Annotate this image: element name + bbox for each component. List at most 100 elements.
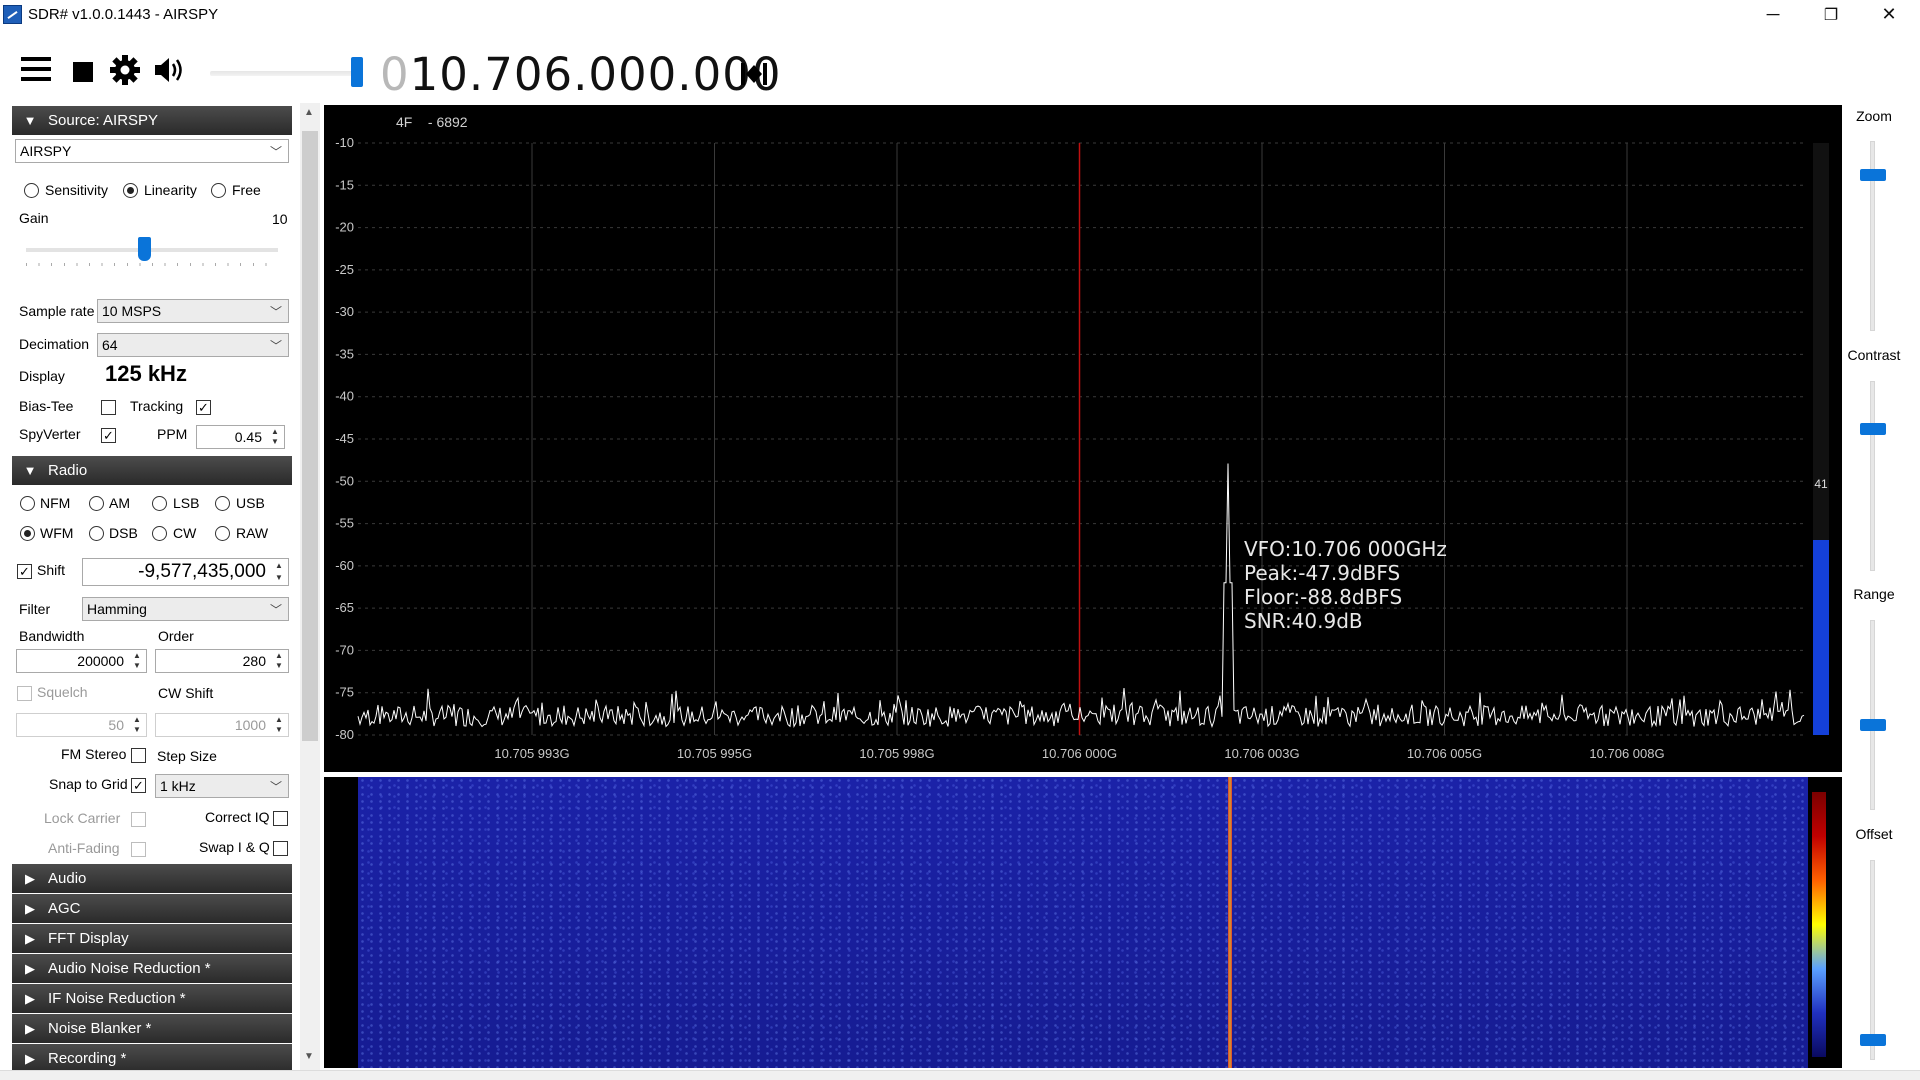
radio-sensitivity[interactable] [24, 183, 39, 198]
volume-slider-thumb[interactable] [351, 57, 363, 87]
sample-rate-value: 10 MSPS [102, 303, 162, 319]
toolbar: 010.706.000.000 [0, 29, 1920, 103]
squelch-checkbox[interactable] [17, 686, 32, 701]
range-slider-thumb[interactable] [1860, 718, 1886, 731]
ppm-spinbox[interactable]: 0.45 ▲ ▼ [196, 425, 285, 449]
minimize-button[interactable]: ─ [1744, 0, 1802, 29]
zoom-slider-thumb[interactable] [1860, 168, 1886, 181]
y-tick-label: -50 [335, 473, 354, 488]
maximize-button[interactable]: ❐ [1802, 0, 1860, 29]
frequency-display[interactable]: 010.706.000.000 [380, 48, 782, 101]
scroll-up-icon[interactable]: ▲ [304, 107, 314, 118]
vfo-readout: VFO:10.706 000GHz [1244, 537, 1447, 561]
gain-slider-track[interactable] [26, 248, 278, 252]
gain-slider-thumb[interactable] [138, 237, 152, 261]
bandwidth-spinbox[interactable]: 200000 ▲ ▼ [16, 649, 147, 673]
noise-blanker-section-header[interactable]: ▶ Noise Blanker * [12, 1014, 292, 1043]
spyverter-label: SpyVerter [19, 426, 81, 442]
frequency-leading-digit[interactable]: 0 [380, 48, 410, 101]
section-title: IF Noise Reduction * [48, 990, 186, 1007]
audio-noise-reduction-section-header[interactable]: ▶ Audio Noise Reduction * [12, 954, 292, 983]
left-panel-scrollbar[interactable]: ▲ ▼ [300, 103, 320, 1070]
chevron-down-icon: ﹀ [269, 145, 282, 159]
radio-free[interactable] [211, 183, 226, 198]
sample-rate-select[interactable]: 10 MSPS ﹀ [97, 299, 289, 323]
step-size-select[interactable]: 1 kHz ﹀ [155, 774, 289, 798]
spyverter-checkbox[interactable]: ✓ [101, 428, 116, 443]
x-axis-ticks: 10.705 993G 10.705 995G 10.705 998G 10.706 … [494, 746, 1664, 761]
recording-section-header[interactable]: ▶ Recording * [12, 1044, 292, 1073]
radio-mode-am[interactable] [89, 496, 104, 511]
radio-mode-wfm[interactable] [20, 526, 35, 541]
contrast-slider-thumb[interactable] [1860, 422, 1886, 435]
y-tick-label: -65 [335, 600, 354, 615]
source-section-header[interactable]: ▼ Source: AIRSPY [12, 106, 292, 135]
if-noise-reduction-section-header[interactable]: ▶ IF Noise Reduction * [12, 984, 292, 1013]
device-select[interactable]: AIRSPY ﹀ [15, 139, 289, 163]
tune-center-icon[interactable] [740, 61, 768, 87]
signal-level-value: 41 [1814, 477, 1828, 491]
radio-mode-usb[interactable] [215, 496, 230, 511]
spectrum-plot[interactable]: -10 -15 -20 -25 -30 -35 -40 -45 -50 -55 -60 -65 -70 -… [324, 105, 1842, 772]
chevron-down-icon: ﹀ [269, 339, 282, 353]
squelch-spinbox[interactable]: 50 ▲ ▼ [16, 713, 147, 737]
radio-mode-cw-label: CW [173, 525, 197, 541]
spin-arrows-icon[interactable]: ▲ ▼ [130, 715, 144, 735]
y-tick-label: -70 [335, 642, 354, 657]
menu-icon[interactable] [19, 55, 53, 85]
radio-mode-lsb[interactable] [152, 496, 167, 511]
x-tick-label: 10.706 003G [1224, 746, 1299, 761]
filter-select[interactable]: Hamming ﹀ [82, 597, 289, 621]
volume-slider-track[interactable] [210, 71, 360, 76]
y-tick-label: -35 [335, 346, 354, 361]
spin-arrows-icon[interactable]: ▲ ▼ [272, 715, 286, 735]
peak-readout: Peak:-47.9dBFS [1244, 561, 1401, 585]
spectrum-analyzer[interactable]: -10 -15 -20 -25 -30 -35 -40 -45 -50 -55 -60 -65 -70 -… [324, 105, 1842, 772]
spin-arrows-icon[interactable]: ▲ ▼ [268, 427, 282, 447]
bias-tee-checkbox[interactable] [101, 400, 116, 415]
radio-mode-dsb[interactable] [89, 526, 104, 541]
correct-iq-label: Correct IQ [205, 809, 270, 825]
agc-section-header[interactable]: ▶ AGC [12, 894, 292, 923]
radio-linearity[interactable] [123, 183, 138, 198]
spin-arrows-icon[interactable]: ▲ ▼ [272, 560, 286, 584]
shift-label: Shift [37, 562, 66, 578]
scroll-down-icon[interactable]: ▼ [304, 1051, 314, 1062]
correct-iq-checkbox[interactable] [273, 811, 288, 826]
tracking-checkbox[interactable]: ✓ [196, 400, 211, 415]
range-slider-track[interactable] [1870, 620, 1875, 810]
radio-section-header[interactable]: ▼ Radio [12, 456, 292, 485]
radio-mode-nfm[interactable] [20, 496, 35, 511]
spin-arrows-icon[interactable]: ▲ ▼ [272, 651, 286, 671]
waterfall-display[interactable] [324, 777, 1842, 1068]
offset-slider-thumb[interactable] [1860, 1034, 1886, 1046]
speaker-icon[interactable] [153, 55, 187, 85]
fft-display-section-header[interactable]: ▶ FFT Display [12, 924, 292, 953]
frequency-digits[interactable]: 10.706.000.000 [410, 48, 782, 101]
lock-carrier-checkbox[interactable] [131, 812, 146, 827]
decimation-select[interactable]: 64 ﹀ [97, 333, 289, 357]
snap-to-grid-checkbox[interactable]: ✓ [131, 778, 146, 793]
cw-shift-spinbox[interactable]: 1000 ▲ ▼ [155, 713, 289, 737]
waterfall-canvas[interactable] [358, 777, 1808, 1068]
radio-mode-cw[interactable] [152, 526, 167, 541]
radio-mode-raw[interactable] [215, 526, 230, 541]
gear-icon[interactable] [109, 54, 143, 85]
fm-stereo-checkbox[interactable] [131, 748, 146, 763]
decimation-value: 64 [102, 337, 118, 353]
shift-checkbox[interactable]: ✓ [17, 564, 32, 579]
radio-mode-lsb-label: LSB [173, 495, 200, 511]
anti-fading-checkbox[interactable] [131, 842, 146, 857]
shift-spinbox[interactable]: -9,577,435,000 ▲ ▼ [82, 558, 289, 586]
close-button[interactable]: ✕ [1860, 0, 1918, 29]
order-spinbox[interactable]: 280 ▲ ▼ [155, 649, 289, 673]
offset-slider-track[interactable] [1870, 860, 1875, 1060]
y-tick-label: -55 [335, 516, 354, 531]
stop-icon[interactable] [71, 55, 105, 85]
squelch-label: Squelch [37, 684, 88, 700]
spin-arrows-icon[interactable]: ▲ ▼ [130, 651, 144, 671]
contrast-slider-track[interactable] [1870, 381, 1875, 571]
scrollbar-thumb[interactable] [302, 131, 318, 741]
swap-iq-checkbox[interactable] [273, 841, 288, 856]
audio-section-header[interactable]: ▶ Audio [12, 864, 292, 893]
